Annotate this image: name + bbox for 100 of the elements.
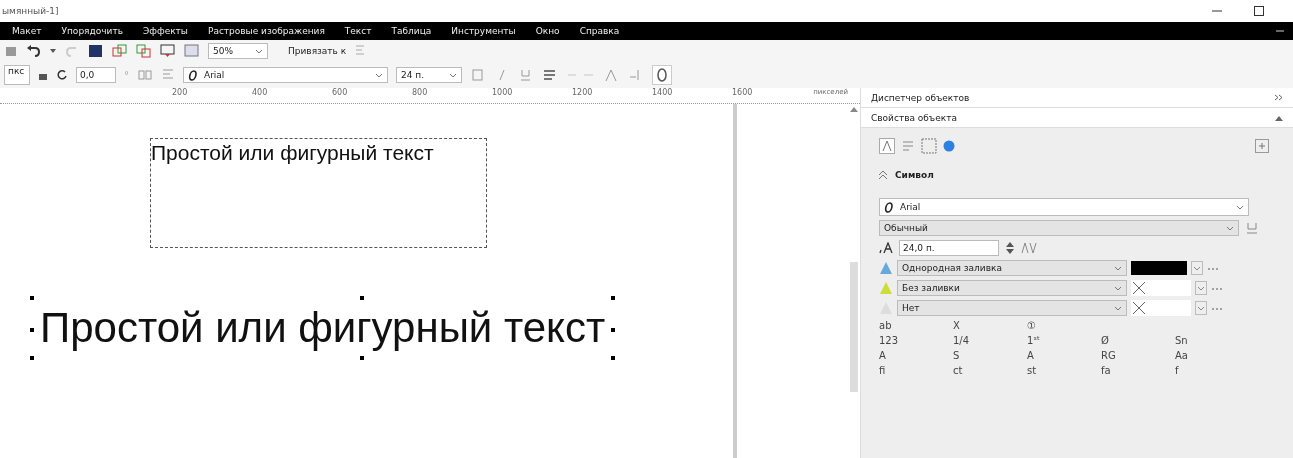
caret-icon[interactable]	[1191, 261, 1203, 275]
typography-option[interactable]: Ø	[1101, 335, 1175, 346]
font-dropdown[interactable]: Arial	[879, 198, 1249, 216]
monitor-icon[interactable]	[160, 44, 176, 58]
more-icon[interactable]	[1211, 305, 1223, 311]
collapse-icon[interactable]	[1274, 94, 1283, 101]
spinner-icon[interactable]	[1005, 241, 1015, 255]
units-field[interactable]: пкс	[4, 65, 30, 85]
menu-item[interactable]: Текст	[344, 26, 372, 36]
export-icon[interactable]	[136, 44, 152, 58]
typography-option[interactable]: A	[1027, 350, 1101, 361]
rotation-field[interactable]: 0,0	[76, 67, 116, 83]
menu-item[interactable]: Справка	[579, 26, 620, 36]
typography-option[interactable]: 1ˢᵗ	[1027, 335, 1101, 346]
globe-icon[interactable]	[943, 140, 955, 152]
caret-icon[interactable]	[1195, 281, 1207, 295]
typography-option[interactable]: Aa	[1175, 350, 1249, 361]
fill-type-dropdown[interactable]: Нет	[897, 300, 1127, 316]
caret-icon[interactable]	[1195, 301, 1207, 315]
menu-item[interactable]: Эффекты	[142, 26, 188, 36]
underline-icon[interactable]	[1245, 221, 1259, 235]
menu-item[interactable]: Растровые изображения	[207, 26, 325, 36]
ruler-label: 800	[412, 88, 429, 97]
more-icon[interactable]	[1211, 285, 1223, 291]
ruler-label: 1200	[572, 88, 594, 97]
typography-option[interactable]: X	[953, 320, 1027, 331]
typography-option[interactable]: fa	[1101, 365, 1175, 376]
expand-icon[interactable]	[1255, 139, 1269, 153]
ruler-label: 200	[172, 88, 189, 97]
typography-option[interactable]: 123	[879, 335, 953, 346]
font-style-dropdown[interactable]: Обычный	[879, 220, 1239, 236]
undo-icon[interactable]	[26, 44, 42, 58]
typography-option[interactable]: S	[953, 350, 1027, 361]
text-align-icon[interactable]	[542, 68, 558, 82]
menu-item[interactable]: Окно	[535, 26, 560, 36]
docker-title: Диспетчер объектов	[871, 92, 970, 103]
selection-handle[interactable]	[30, 328, 34, 332]
more-icon[interactable]	[1207, 265, 1219, 271]
no-color-icon[interactable]	[1131, 280, 1191, 296]
typography-option[interactable]: 1/4	[953, 335, 1027, 346]
caret-icon[interactable]	[1236, 204, 1244, 210]
character-icon[interactable]	[879, 138, 895, 154]
font-size-field[interactable]: 24,0 п.	[899, 240, 999, 256]
typography-option[interactable]: st	[1027, 365, 1101, 376]
menu-item[interactable]: Макет	[12, 26, 42, 36]
document-icon[interactable]	[4, 44, 18, 58]
caret-icon[interactable]	[1226, 225, 1234, 231]
caret-icon[interactable]	[50, 48, 56, 54]
caret-icon[interactable]	[449, 72, 457, 78]
selection-handle[interactable]	[30, 296, 34, 300]
ruler-label: 1000	[492, 88, 514, 97]
selection-handle[interactable]	[611, 328, 616, 332]
paragraph-text-frame[interactable]: Простой или фигурный текст	[150, 138, 487, 248]
selection-handle[interactable]	[30, 356, 34, 360]
menu-item[interactable]: Таблица	[391, 26, 432, 36]
align-icon[interactable]	[161, 68, 175, 82]
typography-option[interactable]: ①	[1027, 320, 1101, 331]
typography-option[interactable]: ab	[879, 320, 953, 331]
no-color-icon[interactable]	[1131, 300, 1191, 316]
fill-icon	[879, 261, 893, 275]
typography-option[interactable]: A	[879, 350, 953, 361]
scrollbar-thumb[interactable]	[850, 262, 858, 392]
paragraph-icon[interactable]	[901, 139, 915, 153]
caret-icon[interactable]	[1114, 265, 1122, 271]
color-swatch[interactable]	[1131, 261, 1187, 275]
typography-option[interactable]: ct	[953, 365, 1027, 376]
selection-handle[interactable]	[611, 356, 616, 360]
typography-option[interactable]: RG	[1101, 350, 1175, 361]
caret-icon[interactable]	[255, 48, 263, 54]
fill-type-dropdown[interactable]: Без заливки	[897, 280, 1127, 296]
text-frame-icon[interactable]	[652, 65, 672, 85]
scroll-up-icon[interactable]	[850, 106, 858, 112]
snap-to-dropdown[interactable]: Привязать к	[288, 46, 347, 56]
typography-option[interactable]: f	[1175, 365, 1249, 376]
selection-handle[interactable]	[360, 356, 364, 360]
fill-type-dropdown[interactable]: Однородная заливка	[897, 260, 1127, 276]
menu-item[interactable]: Упорядочить	[61, 26, 123, 36]
caret-icon[interactable]	[1114, 305, 1122, 311]
square-icon[interactable]	[88, 44, 104, 58]
mirror-icon[interactable]	[137, 68, 153, 82]
typography-option[interactable]: Sn	[1175, 335, 1249, 346]
ruler-label: 1400	[652, 88, 674, 97]
zoom-dropdown[interactable]: 50%	[208, 43, 268, 59]
window-title: ымянный-1]	[2, 6, 59, 16]
rotate-icon[interactable]	[56, 69, 68, 81]
selection-handle[interactable]	[611, 296, 616, 300]
font-dropdown[interactable]: Arial	[183, 67, 388, 83]
collapse-icon[interactable]	[1275, 114, 1283, 121]
typography-option[interactable]: fi	[879, 365, 953, 376]
selection-handle[interactable]	[360, 296, 364, 300]
maximize-icon[interactable]	[1253, 5, 1265, 17]
font-size-dropdown[interactable]: 24 п.	[396, 67, 462, 83]
import-icon[interactable]	[112, 44, 128, 58]
caret-icon[interactable]	[1114, 285, 1122, 291]
caret-icon[interactable]	[375, 72, 383, 78]
bold-icon[interactable]	[470, 68, 486, 82]
menu-item[interactable]: Инструменты	[451, 26, 516, 36]
image-icon[interactable]	[184, 44, 200, 58]
collapse-icon[interactable]	[879, 171, 887, 179]
font-size-icon	[879, 242, 893, 254]
